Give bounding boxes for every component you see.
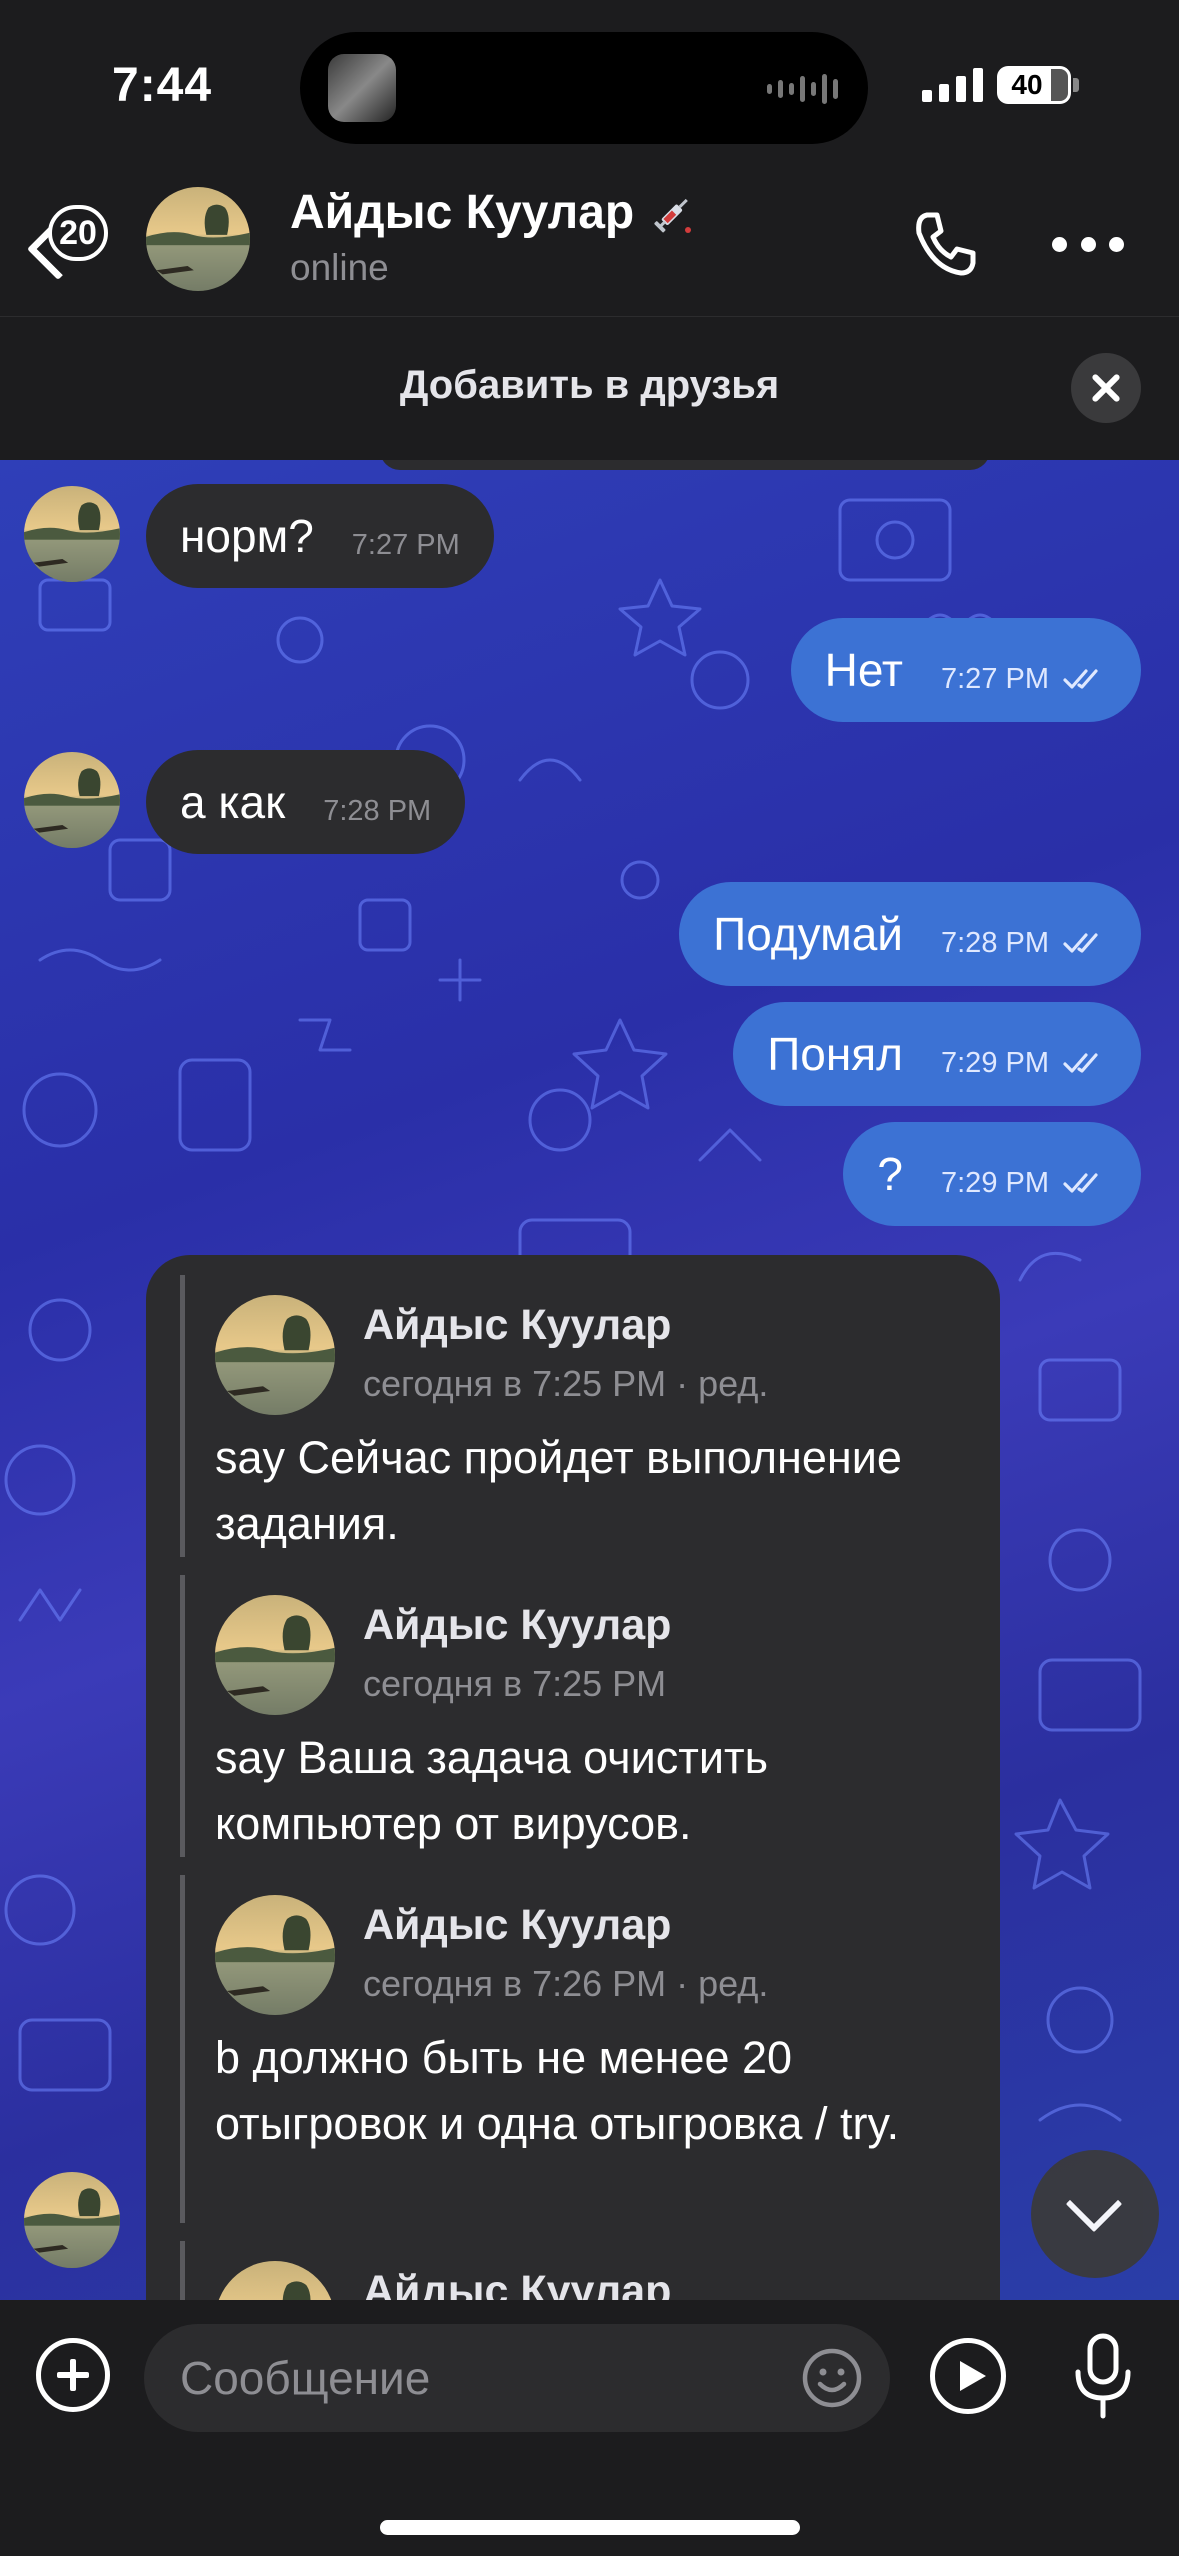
status-bar: 7:44 40 [0,0,1179,165]
forwarded-message[interactable]: Айдыс Куулар сегодня в 7:25 PM · ред. sa… [180,1275,960,1557]
chevron-down-icon [1065,2175,1123,2233]
home-indicator [380,2520,800,2535]
read-checkmarks-icon [1063,1053,1098,1073]
contact-name[interactable]: Айдыс Куулар [290,185,698,240]
forwarded-message[interactable]: Айдыс Куулар [180,2241,960,2300]
forwarded-timestamp: сегодня в 7:25 PM · ред. [363,1363,769,1404]
message-text: норм? [180,510,314,562]
avatar [215,1295,335,1415]
forwarded-text: say Ваша задача очистить компьютер от ви… [215,1732,769,1849]
message-text: Понял [767,1028,903,1080]
message-time: 7:29 PM [941,1046,1049,1079]
forwarded-timestamp: сегодня в 7:26 PM · ред. [363,1963,769,2004]
scroll-to-bottom-button[interactable] [1031,2150,1159,2278]
dot-icon [1109,236,1124,252]
message-text: Нет [824,644,903,696]
forwarded-messages-card[interactable]: Айдыс Куулар сегодня в 7:25 PM · ред. sa… [146,1255,1000,2300]
forwarded-timestamp: сегодня в 7:25 PM [363,1663,667,1704]
read-checkmarks-icon [1063,669,1098,689]
message-text: ? [877,1148,903,1200]
cellular-signal-icon [922,66,983,102]
forwarded-sender-name: Айдыс Куулар [363,1601,672,1649]
message-time: 7:29 PM [941,1166,1049,1199]
forwarded-text: say Сейчас пройдет выполнение задания. [215,1432,902,1549]
unread-count-badge: 20 [48,205,108,261]
previous-message-edge [380,460,990,470]
status-time: 7:44 [112,59,213,112]
message-text: Подумай [713,908,903,960]
video-message-icon[interactable] [930,2338,1006,2414]
avatar[interactable] [24,2172,120,2268]
message-time: 7:28 PM [941,926,1049,959]
read-checkmarks-icon [1063,1173,1098,1193]
message-input[interactable] [144,2324,890,2432]
message-text: а как [180,776,286,828]
close-icon[interactable] [1071,353,1141,423]
forwarded-sender-name: Айдыс Куулар [363,2267,672,2300]
message-bubble[interactable]: Нет 7:27 PM [790,618,1141,722]
avatar[interactable] [24,486,120,582]
message-bubble[interactable]: ? 7:29 PM [843,1122,1141,1226]
avatar [215,1895,335,2015]
message-time: 7:27 PM [351,528,460,561]
audio-waveform-icon [767,74,838,104]
phone-icon[interactable] [905,203,985,283]
forwarded-message[interactable]: Айдыс Куулар сегодня в 7:25 PM say Ваша … [180,1575,960,1857]
avatar [215,2261,335,2300]
dot-icon [1052,236,1067,252]
message-bubble[interactable]: Подумай 7:28 PM [679,882,1141,986]
now-playing-thumbnail [328,54,396,122]
contact-status: online [290,247,389,288]
avatar[interactable] [24,752,120,848]
read-checkmarks-icon [1063,933,1098,953]
add-friend-button[interactable]: Добавить в друзья [0,363,1179,408]
dot-icon [1080,236,1096,252]
back-button[interactable]: 20 [26,205,118,295]
forwarded-text: b должно быть не менее 20 отыгровок и од… [215,2032,900,2149]
emoji-icon[interactable] [800,2346,864,2410]
microphone-icon[interactable] [1068,2332,1138,2422]
avatar[interactable] [146,187,250,291]
chat-header: 20 Айдыс Куулар online [0,165,1179,317]
avatar [215,1595,335,1715]
battery-level: 40 [1011,69,1043,100]
forwarded-sender-name: Айдыс Куулар [363,1301,672,1349]
message-bubble[interactable]: а как 7:28 PM [146,750,466,854]
contact-name-text: Айдыс Куулар [290,186,635,239]
message-bubble[interactable]: Понял 7:29 PM [733,1002,1141,1106]
syringe-icon [648,188,698,238]
dynamic-island[interactable] [300,32,868,144]
message-bubble[interactable]: норм? 7:27 PM [146,484,494,588]
message-time: 7:28 PM [323,794,432,827]
battery-icon: 40 [997,66,1071,104]
plus-icon[interactable] [36,2338,110,2412]
forwarded-sender-name: Айдыс Куулар [363,1901,672,1949]
message-time: 7:27 PM [941,662,1049,695]
more-options-button[interactable] [1052,219,1124,269]
forwarded-message[interactable]: Айдыс Куулар сегодня в 7:26 PM · ред. b … [180,1875,960,2223]
message-composer [0,2300,1179,2556]
add-friend-banner: Добавить в друзья [0,317,1179,460]
chat-area[interactable]: норм? 7:27 PM Нет 7:27 PM а как 7:28 PM … [0,460,1179,2300]
